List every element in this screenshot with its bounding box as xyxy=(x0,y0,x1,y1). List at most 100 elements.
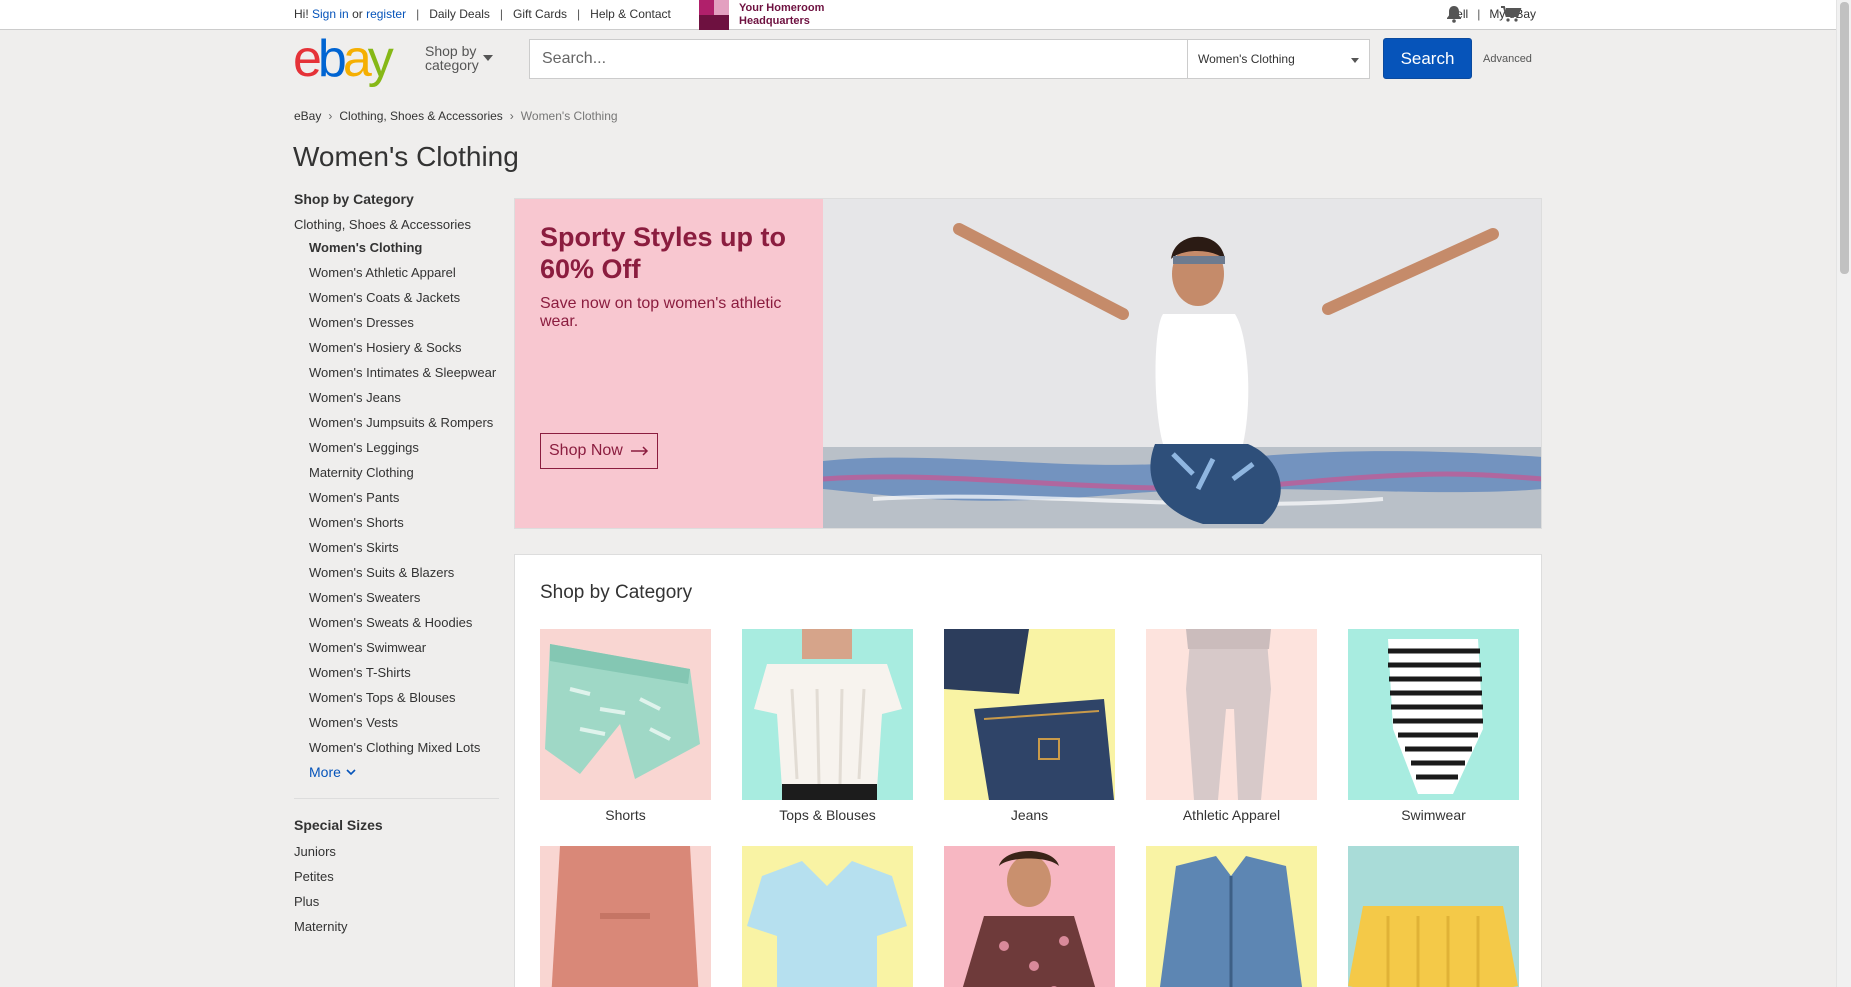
category-tile-off-shoulder-tops[interactable] xyxy=(1348,846,1519,987)
breadcrumb-clothing[interactable]: Clothing, Shoes & Accessories xyxy=(339,109,502,123)
greeting: Hi! xyxy=(294,7,309,21)
off-shoulder-tops-image xyxy=(1348,846,1519,987)
sidebar-item[interactable]: Women's T-Shirts xyxy=(294,660,499,685)
sidebar-item[interactable]: Women's Leggings xyxy=(294,435,499,460)
more-categories-button[interactable]: More xyxy=(309,762,356,782)
divider: | xyxy=(499,7,504,21)
search-input[interactable] xyxy=(529,39,1188,79)
sidebar-item[interactable]: Women's Dresses xyxy=(294,310,499,335)
sidebar-item[interactable]: Women's Intimates & Sleepwear xyxy=(294,360,499,385)
register-link[interactable]: register xyxy=(366,7,406,21)
category-tile-label: Tops & Blouses xyxy=(779,807,876,823)
shop-by-category-button[interactable]: Shop by category xyxy=(425,44,485,72)
sidebar-item[interactable]: Women's Skirts xyxy=(294,535,499,560)
sidebar-item[interactable]: Women's Sweaters xyxy=(294,585,499,610)
sidebar-heading: Shop by Category xyxy=(294,191,414,207)
category-tile-label: Athletic Apparel xyxy=(1182,807,1281,823)
sidebar-item[interactable]: Women's Pants xyxy=(294,485,499,510)
category-tile-label: Shorts xyxy=(605,807,646,823)
coats-jackets-image xyxy=(1146,846,1317,987)
breadcrumb: eBay › Clothing, Shoes & Accessories › W… xyxy=(294,109,618,123)
promo-text: Your Homeroom Headquarters xyxy=(739,2,849,28)
rompers-image xyxy=(540,846,711,987)
caret-down-icon xyxy=(1351,58,1359,63)
caret-down-icon xyxy=(483,55,493,61)
category-tile-jeans[interactable]: Jeans xyxy=(944,629,1115,823)
athletic-apparel-image xyxy=(1146,629,1317,800)
hero-title: Sporty Styles up to 60% Off xyxy=(540,222,787,284)
shop-now-button[interactable]: Shop Now xyxy=(540,433,658,469)
sidebar-parent-category[interactable]: Clothing, Shoes & Accessories xyxy=(294,217,499,232)
dresses-image xyxy=(944,846,1115,987)
arrow-right-icon xyxy=(630,446,648,456)
sidebar-item[interactable]: Women's Shorts xyxy=(294,510,499,535)
size-item[interactable]: Plus xyxy=(294,889,499,914)
sidebar-item[interactable]: Women's Vests xyxy=(294,710,499,735)
category-tile-label: Jeans xyxy=(1010,807,1049,823)
category-tile-athletic-apparel[interactable]: Athletic Apparel xyxy=(1146,629,1317,823)
promo-line-2: Headquarters xyxy=(739,15,810,27)
tshirts-image xyxy=(742,846,913,987)
category-tile-label: Swimwear xyxy=(1401,807,1466,823)
more-label: More xyxy=(309,764,341,780)
category-tile-dresses[interactable] xyxy=(944,846,1115,987)
sidebar: Shop by Category Clothing, Shoes & Acces… xyxy=(294,191,499,939)
sidebar-item[interactable]: Women's Coats & Jackets xyxy=(294,285,499,310)
sidebar-item[interactable]: Women's Jeans xyxy=(294,385,499,410)
page-title: Women's Clothing xyxy=(293,141,519,172)
bell-icon[interactable] xyxy=(1446,5,1462,23)
sidebar-category-list: Women's Clothing Women's Athletic Appare… xyxy=(294,235,499,760)
chevron-right-icon: › xyxy=(509,109,514,123)
advanced-search-link[interactable]: Advanced xyxy=(1483,53,1532,65)
promo-line-1: Your Homeroom xyxy=(739,2,825,14)
divider: | xyxy=(1477,7,1481,21)
size-item[interactable]: Petites xyxy=(294,864,499,889)
hero-banner[interactable]: Sporty Styles up to 60% Off Save now on … xyxy=(514,198,1542,529)
sidebar-divider xyxy=(294,798,499,799)
size-item[interactable]: Juniors xyxy=(294,839,499,864)
chevron-down-icon xyxy=(346,768,356,775)
sidebar-item[interactable]: Women's Swimwear xyxy=(294,635,499,660)
cart-icon[interactable] xyxy=(1500,5,1522,23)
special-sizes-heading: Special Sizes xyxy=(294,817,383,833)
breadcrumb-ebay[interactable]: eBay xyxy=(294,109,321,123)
sidebar-item[interactable]: Women's Athletic Apparel xyxy=(294,260,499,285)
ebay-logo[interactable]: ebay xyxy=(293,33,413,85)
category-tile-shorts[interactable]: Shorts xyxy=(540,629,711,823)
daily-deals-link[interactable]: Daily Deals xyxy=(429,7,490,21)
promo-banner[interactable]: Your Homeroom Headquarters xyxy=(699,0,849,30)
category-tile-swimwear[interactable]: Swimwear xyxy=(1348,629,1519,823)
sidebar-item[interactable]: Women's Tops & Blouses xyxy=(294,685,499,710)
sidebar-item[interactable]: Women's Jumpsuits & Rompers xyxy=(294,410,499,435)
category-tile-rompers[interactable] xyxy=(540,846,711,987)
sidebar-item[interactable]: Women's Hosiery & Socks xyxy=(294,335,499,360)
page-scrollbar[interactable] xyxy=(1836,0,1851,987)
scrollbar-thumb[interactable] xyxy=(1840,2,1849,274)
category-select-value: Women's Clothing xyxy=(1198,52,1295,66)
search-button[interactable]: Search xyxy=(1383,38,1472,79)
sign-in-link[interactable]: Sign in xyxy=(312,7,349,21)
category-select[interactable]: Women's Clothing xyxy=(1187,39,1370,79)
category-tile-coats-jackets[interactable] xyxy=(1146,846,1317,987)
gift-cards-link[interactable]: Gift Cards xyxy=(513,7,567,21)
top-left-links: Hi! Sign in or register | Daily Deals | … xyxy=(294,7,671,21)
shop-by-line-2: category xyxy=(425,57,479,73)
sidebar-item[interactable]: Women's Clothing Mixed Lots xyxy=(294,735,499,760)
hero-text-panel: Sporty Styles up to 60% Off Save now on … xyxy=(515,199,823,528)
category-grid-heading: Shop by Category xyxy=(540,582,693,603)
jeans-image xyxy=(944,629,1115,800)
breadcrumb-current: Women's Clothing xyxy=(520,109,618,123)
logo-letter-y: y xyxy=(367,30,394,88)
sidebar-item[interactable]: Maternity Clothing xyxy=(294,460,499,485)
sidebar-item[interactable]: Women's Sweats & Hoodies xyxy=(294,610,499,635)
chevron-right-icon: › xyxy=(328,109,333,123)
top-bar: Hi! Sign in or register | Daily Deals | … xyxy=(0,0,1836,30)
hero-subtitle: Save now on top women's athletic wear. xyxy=(540,295,782,330)
category-tile-tshirts[interactable] xyxy=(742,846,913,987)
category-tile-tops-blouses[interactable]: Tops & Blouses xyxy=(742,629,913,823)
help-contact-link[interactable]: Help & Contact xyxy=(590,7,671,21)
tops-blouses-image xyxy=(742,629,913,800)
logo-letter-a: a xyxy=(342,30,372,88)
sidebar-item[interactable]: Women's Suits & Blazers xyxy=(294,560,499,585)
size-item[interactable]: Maternity xyxy=(294,914,499,939)
